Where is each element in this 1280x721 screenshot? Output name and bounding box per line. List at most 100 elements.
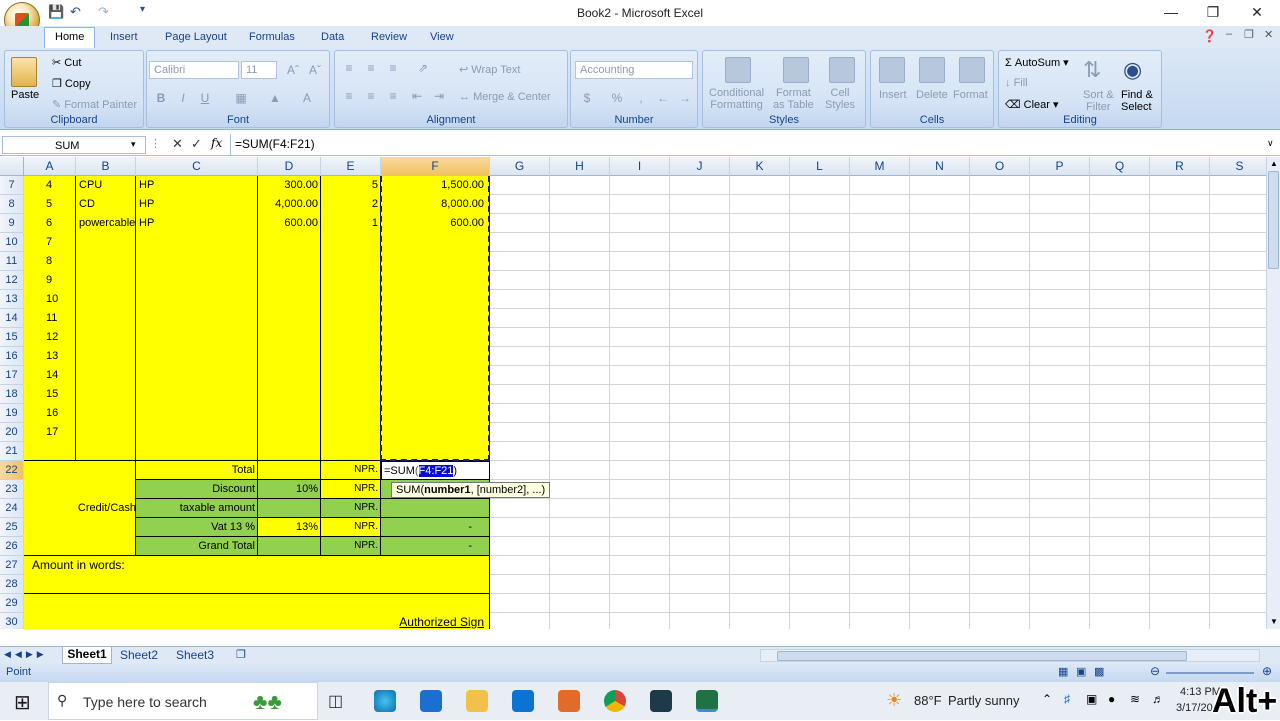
close-button[interactable]: ✕ [1234, 0, 1280, 26]
cell-sn[interactable]: 12 [24, 328, 76, 347]
cell-brand[interactable]: HP [136, 214, 258, 233]
row-header-27[interactable]: 27 [0, 556, 24, 575]
cell-sn[interactable]: 17 [24, 423, 76, 442]
column-header-q[interactable]: Q [1090, 157, 1150, 176]
sheet-tab-3[interactable]: Sheet3 [176, 648, 214, 662]
zoom-slider[interactable] [1166, 672, 1254, 674]
increase-indent-icon[interactable]: ⇥ [429, 87, 449, 105]
ribbon-restore-icon[interactable]: ❐ [1244, 28, 1254, 41]
cell-brand[interactable]: HP [136, 195, 258, 214]
paste-icon[interactable] [11, 57, 37, 87]
customize-qat-icon[interactable]: ▾ [140, 4, 145, 15]
conditional-formatting-button[interactable]: Conditional Formatting [709, 87, 764, 111]
cell-sn[interactable]: 9 [24, 271, 76, 290]
row-header-8[interactable]: 8 [0, 195, 24, 214]
minimize-button[interactable]: — [1148, 0, 1194, 26]
font-color-icon[interactable]: A [297, 89, 317, 107]
cell-qty[interactable]: 1 [321, 214, 381, 233]
row-header-22[interactable]: 22 [0, 461, 24, 480]
scroll-up-icon[interactable]: ▲ [1270, 159, 1278, 168]
taxable-amount-label[interactable]: taxable amount [136, 499, 258, 518]
tab-data[interactable]: Data [311, 29, 354, 45]
column-header-h[interactable]: H [550, 157, 610, 176]
taskbar-search-box[interactable]: ⚲ Type here to search ♣♣ [48, 682, 318, 720]
column-header-r[interactable]: R [1150, 157, 1210, 176]
cell-qty[interactable]: 5 [321, 176, 381, 195]
cell-rate[interactable]: 4,000.00 [258, 195, 321, 214]
insert-cells-button[interactable]: Insert [879, 89, 907, 101]
row-header-15[interactable]: 15 [0, 328, 24, 347]
amount-in-words-label[interactable]: Amount in words: [24, 556, 321, 575]
row-header-28[interactable]: 28 [0, 575, 24, 594]
cell-qty[interactable]: 2 [321, 195, 381, 214]
expand-formula-icon[interactable]: ∨ [1267, 138, 1274, 149]
app-orange-icon[interactable] [558, 690, 580, 712]
find-select-button[interactable]: Find & Select [1121, 89, 1153, 113]
column-header-s[interactable]: S [1210, 157, 1270, 176]
orientation-icon[interactable]: ⇗ [413, 59, 433, 77]
column-header-k[interactable]: K [730, 157, 790, 176]
view-page-break-icon[interactable]: ▩ [1094, 665, 1104, 678]
row-header-13[interactable]: 13 [0, 290, 24, 309]
italic-button[interactable]: I [173, 89, 193, 107]
total-label[interactable]: Total [136, 461, 258, 480]
row-header-24[interactable]: 24 [0, 499, 24, 518]
cancel-entry-icon[interactable]: ✕ [172, 136, 183, 152]
workbook-close-icon[interactable]: ✕ [1264, 28, 1273, 41]
row-header-14[interactable]: 14 [0, 309, 24, 328]
mail-icon[interactable] [512, 690, 534, 712]
row-header-20[interactable]: 20 [0, 423, 24, 442]
npr-label[interactable]: NPR. [321, 518, 381, 537]
insert-function-button[interactable]: fx [211, 136, 222, 150]
undo-icon[interactable]: ↶ [70, 4, 81, 20]
copy-button[interactable]: ❐ Copy [52, 77, 91, 90]
zoom-in-icon[interactable]: ⊕ [1262, 664, 1272, 678]
npr-label[interactable]: NPR. [321, 499, 381, 518]
fill-color-icon[interactable]: ▲ [265, 89, 285, 107]
store-icon[interactable] [420, 690, 442, 712]
insert-sheet-icon[interactable]: ❐ [236, 648, 246, 661]
vat-amount[interactable]: - [381, 518, 490, 537]
font-size-dropdown[interactable]: 11 [241, 61, 277, 79]
align-bottom-icon[interactable]: ≡ [383, 59, 403, 77]
column-header-l[interactable]: L [790, 157, 850, 176]
save-icon[interactable]: 💾 [48, 4, 64, 20]
autosum-button[interactable]: Σ AutoSum ▾ [1005, 56, 1069, 69]
column-header-m[interactable]: M [850, 157, 910, 176]
chrome-icon[interactable] [604, 690, 626, 712]
row-header-16[interactable]: 16 [0, 347, 24, 366]
percent-button[interactable]: % [607, 89, 627, 107]
grow-font-icon[interactable]: Aˆ [283, 61, 303, 79]
column-header-i[interactable]: I [610, 157, 670, 176]
grand-total-label[interactable]: Grand Total [136, 537, 258, 556]
row-header-12[interactable]: 12 [0, 271, 24, 290]
cell-item[interactable]: powercable [76, 214, 136, 233]
cell-sn[interactable]: 14 [24, 366, 76, 385]
fill-button[interactable]: ↓ Fill [1005, 77, 1028, 89]
vertical-scroll-thumb[interactable] [1268, 171, 1279, 269]
decrease-decimal-icon[interactable]: → [675, 89, 695, 107]
column-header-p[interactable]: P [1030, 157, 1090, 176]
formula-input[interactable]: =SUM(F4:F21) [230, 134, 1264, 155]
worksheet-grid[interactable]: ABCDEFGHIJKLMNOPQRS 7 8 9 10 11 12 13 14 15 16 17 1… [0, 157, 1270, 629]
vat-label[interactable]: Vat 13 % [136, 518, 258, 537]
column-header-e[interactable]: E [321, 157, 381, 176]
bluetooth-icon[interactable]: ♯ [1064, 692, 1070, 706]
row-header-25[interactable]: 25 [0, 518, 24, 537]
row-header-9[interactable]: 9 [0, 214, 24, 233]
name-box-dropdown-icon[interactable]: ▾ [131, 139, 136, 150]
cut-button[interactable]: ✂ Cut [52, 56, 81, 69]
npr-label[interactable]: NPR. [321, 537, 381, 556]
shrink-font-icon[interactable]: Aˇ [305, 61, 325, 79]
tab-insert[interactable]: Insert [100, 29, 148, 45]
weather-temp[interactable]: 88°F [914, 693, 942, 708]
wrap-text-button[interactable]: ↩ Wrap Text [459, 63, 520, 76]
scroll-down-icon[interactable]: ▼ [1270, 617, 1278, 626]
discount-label[interactable]: Discount [136, 480, 258, 499]
row-header-26[interactable]: 26 [0, 537, 24, 556]
column-header-c[interactable]: C [136, 157, 258, 176]
windows-start-icon[interactable]: ⊞ [14, 690, 31, 715]
npr-label[interactable]: NPR. [321, 461, 381, 480]
microphone-icon[interactable]: ● [1108, 692, 1115, 706]
restore-button[interactable]: ❐ [1190, 0, 1236, 26]
